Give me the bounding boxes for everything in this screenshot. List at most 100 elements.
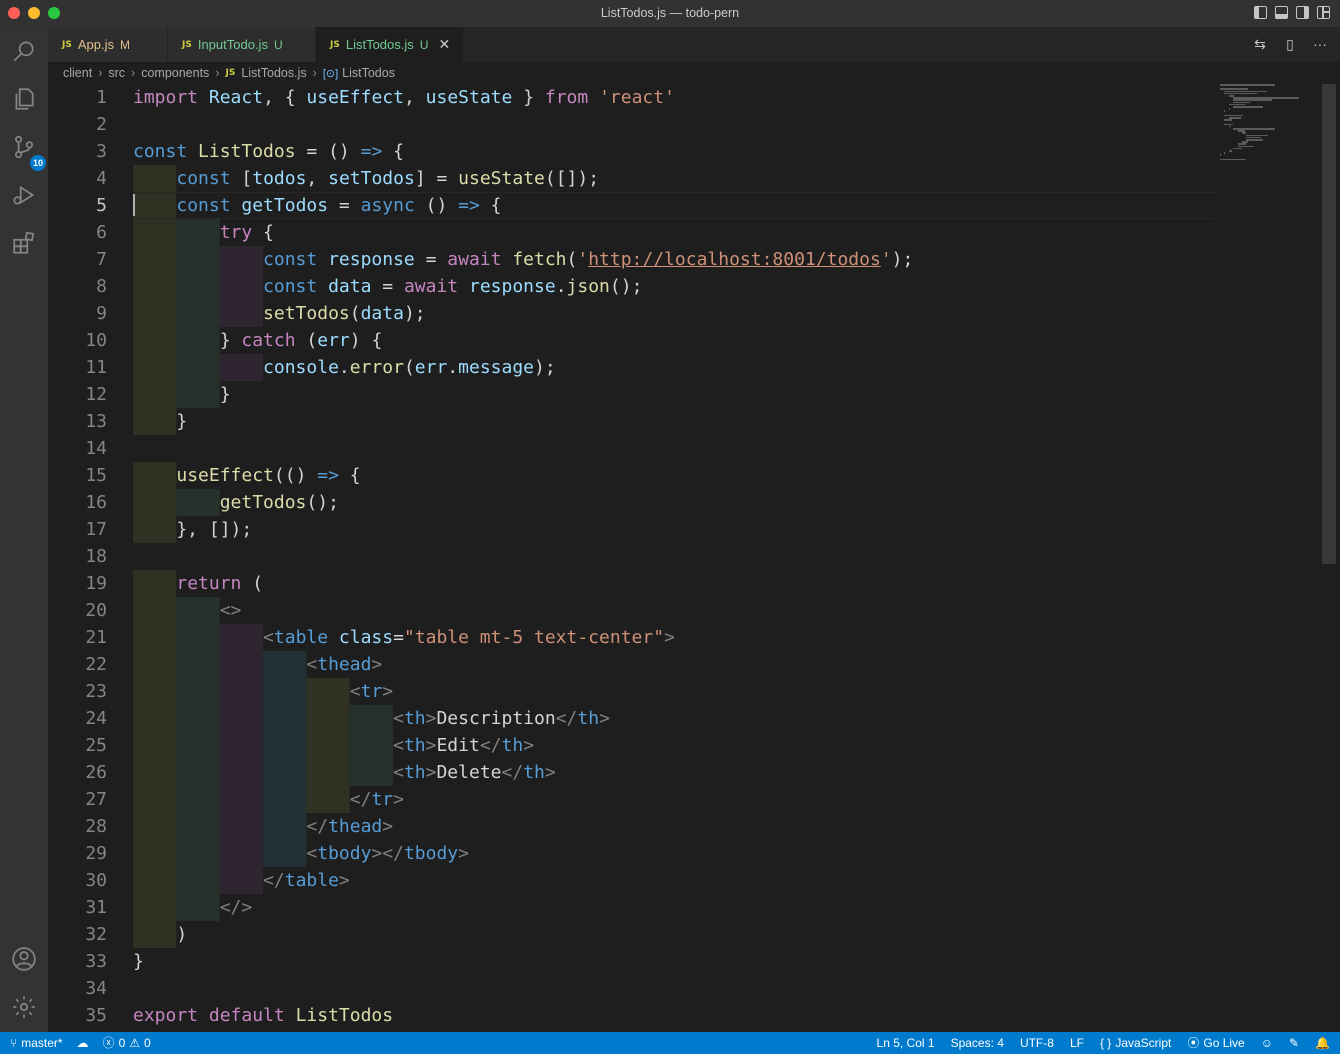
javascript-file-icon: JS (330, 39, 340, 50)
code-line[interactable]: 9 setTodos(data); (48, 300, 1218, 327)
code-line[interactable]: 23 <tr> (48, 678, 1218, 705)
tab-git-status: U (419, 37, 429, 52)
line-number: 18 (85, 546, 107, 567)
code-text: getTodos(); (219, 492, 339, 513)
breadcrumb-item[interactable]: ListTodos (342, 66, 395, 80)
feedback-icon[interactable]: ✎ (1289, 1032, 1299, 1054)
split-editor-icon[interactable]: ▯ (1282, 36, 1298, 52)
line-number: 24 (85, 708, 107, 729)
line-number: 17 (85, 519, 107, 540)
code-line[interactable]: 35 export default ListTodos (48, 1002, 1218, 1029)
line-number: 9 (96, 303, 107, 324)
line-number: 12 (85, 384, 107, 405)
line-number: 29 (85, 843, 107, 864)
code-line[interactable]: 10 } catch (err) { (48, 327, 1218, 354)
toggle-secondary-sidebar-icon[interactable] (1296, 6, 1309, 19)
code-line[interactable]: 7 const response = await fetch('http://l… (48, 246, 1218, 273)
code-line[interactable]: 17 }, []); (48, 516, 1218, 543)
code-line[interactable]: 2 (48, 111, 1218, 138)
line-number: 27 (85, 789, 107, 810)
problems-status[interactable]: ⓧ 0 ⚠ 0 (103, 1032, 151, 1054)
code-line[interactable]: 15 useEffect(() => { (48, 462, 1218, 489)
go-live-button[interactable]: ⦿ Go Live (1187, 1032, 1244, 1054)
language-mode[interactable]: { } JavaScript (1100, 1032, 1171, 1054)
code-line[interactable]: 19 return ( (48, 570, 1218, 597)
code-line[interactable]: 13 } (48, 408, 1218, 435)
open-changes-icon[interactable]: ⇆ (1252, 36, 1268, 52)
close-tab-icon[interactable]: ✕ (438, 36, 450, 53)
code-line[interactable]: 29 <tbody></tbody> (48, 840, 1218, 867)
code-line[interactable]: 30 </table> (48, 867, 1218, 894)
toggle-primary-sidebar-icon[interactable] (1254, 6, 1267, 19)
explorer-icon[interactable] (8, 83, 40, 115)
code-line[interactable]: 33} (48, 948, 1218, 975)
code-line[interactable]: 26 <th>Delete</th> (48, 759, 1218, 786)
account-icon[interactable] (8, 943, 40, 975)
git-branch-icon: ⑂ (10, 1036, 18, 1050)
code-line[interactable]: 28 </thead> (48, 813, 1218, 840)
code-line[interactable]: 8 const data = await response.json(); (48, 273, 1218, 300)
line-number: 2 (96, 114, 107, 135)
code-text: <th>Delete</th> (393, 762, 556, 783)
notifications-bell-icon[interactable]: 🔔 (1315, 1032, 1330, 1054)
encoding[interactable]: UTF-8 (1020, 1032, 1054, 1054)
code-line[interactable]: 20 <> (48, 597, 1218, 624)
code-line[interactable]: 12 } (48, 381, 1218, 408)
chevron-right-icon: › (312, 66, 317, 80)
sync-icon[interactable]: ☁ (77, 1032, 89, 1054)
code-line[interactable]: 4 const [todos, setTodos] = useState([])… (48, 165, 1218, 192)
breadcrumb-item[interactable]: client (63, 66, 92, 80)
code-line[interactable]: 25 <th>Edit</th> (48, 732, 1218, 759)
manage-gear-icon[interactable] (8, 991, 40, 1023)
tab-listtodos-js[interactable]: JS ListTodos.js U ✕ (316, 27, 464, 62)
branch-status[interactable]: ⑂ master* (10, 1032, 63, 1054)
line-number: 16 (85, 492, 107, 513)
broadcast-icon: ⦿ (1187, 1036, 1200, 1050)
minimap-line (1228, 150, 1233, 152)
tab-inputtodo-js[interactable]: JS InputTodo.js U (168, 27, 316, 62)
tab-app-js[interactable]: JS App.js M (48, 27, 168, 62)
code-line[interactable]: 5 const getTodos = async () => { (48, 192, 1218, 219)
code-line[interactable]: 34 (48, 975, 1218, 1002)
source-control-icon[interactable]: 10 (8, 131, 46, 171)
copilot-icon[interactable]: ☺ (1261, 1032, 1273, 1054)
minimap[interactable] (1220, 84, 1320, 164)
code-line[interactable]: 14 (48, 435, 1218, 462)
breadcrumb-item[interactable]: src (108, 66, 125, 80)
code-line[interactable]: 21 <table class="table mt-5 text-center"… (48, 624, 1218, 651)
end-of-line[interactable]: LF (1070, 1032, 1084, 1054)
line-number: 20 (85, 600, 107, 621)
code-line[interactable]: 3 const ListTodos = () => { (48, 138, 1218, 165)
indentation[interactable]: Spaces: 4 (951, 1032, 1004, 1054)
customize-layout-icon[interactable] (1317, 6, 1330, 19)
code-line[interactable]: 6 try { (48, 219, 1218, 246)
code-line[interactable]: 1 import React, { useEffect, useState } f… (48, 84, 1218, 111)
vertical-scrollbar[interactable] (1322, 84, 1336, 564)
code-line[interactable]: 27 </tr> (48, 786, 1218, 813)
code-line[interactable]: 18 (48, 543, 1218, 570)
code-line[interactable]: 22 <thead> (48, 651, 1218, 678)
code-line[interactable]: 11 console.error(err.message); (48, 354, 1218, 381)
code-line[interactable]: 31 </> (48, 894, 1218, 921)
breadcrumb-item[interactable]: ListTodos.js (241, 66, 306, 80)
code-line[interactable]: 16 getTodos(); (48, 489, 1218, 516)
code-line[interactable]: 24 <th>Description</th> (48, 705, 1218, 732)
extensions-icon[interactable] (8, 227, 40, 259)
tab-label: App.js (77, 37, 114, 52)
symbol-variable-icon: [⊙] (322, 67, 339, 80)
code-editor[interactable]: 1 import React, { useEffect, useState } f… (48, 84, 1340, 1032)
toggle-panel-icon[interactable] (1275, 6, 1288, 19)
breadcrumb-item[interactable]: components (141, 66, 209, 80)
window-title: ListTodos.js — todo-pern (600, 6, 740, 20)
tab-label: InputTodo.js (197, 37, 268, 52)
code-text: <> (219, 600, 242, 621)
code-line[interactable]: 32 ) (48, 921, 1218, 948)
activity-bar: 10 (0, 27, 48, 1032)
run-debug-icon[interactable] (8, 179, 40, 211)
search-icon[interactable] (8, 35, 40, 67)
more-actions-icon[interactable]: ··· (1312, 36, 1328, 52)
code-text: <table class="table mt-5 text-center"> (263, 627, 675, 648)
line-number: 26 (85, 762, 107, 783)
cursor-position[interactable]: Ln 5, Col 1 (877, 1032, 935, 1054)
code-text: useEffect(() => { (176, 465, 361, 486)
